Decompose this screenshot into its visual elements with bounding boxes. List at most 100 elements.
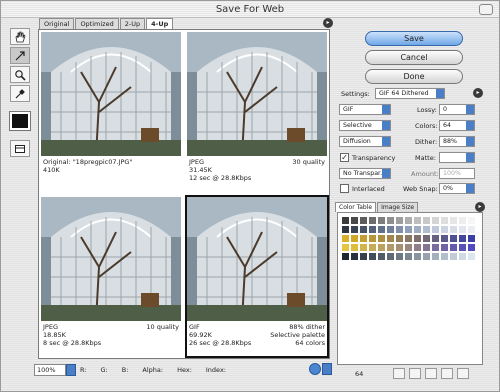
color-swatch[interactable] xyxy=(422,234,431,243)
tab-image-size[interactable]: Image Size xyxy=(377,202,419,212)
color-swatch[interactable] xyxy=(422,216,431,225)
color-swatch[interactable] xyxy=(440,234,449,243)
settings-preset-select[interactable]: GIF 64 Dithered xyxy=(375,88,445,99)
color-swatch[interactable] xyxy=(431,252,440,261)
color-swatch[interactable] xyxy=(431,243,440,252)
color-swatch[interactable] xyxy=(467,252,476,261)
transparency-dither-select[interactable]: No Transpar... xyxy=(339,168,391,179)
slice-select-tool-icon[interactable] xyxy=(10,47,30,64)
dither-algorithm-select[interactable]: Diffusion xyxy=(339,136,391,147)
color-reduction-select[interactable]: Selective xyxy=(339,120,391,131)
preview-pane-gif-selected[interactable]: GIF 88% dither 69.92K Selective palette 26… xyxy=(185,195,329,358)
eyedropper-color-swatch[interactable] xyxy=(9,111,31,131)
color-swatch[interactable] xyxy=(377,252,386,261)
color-swatch[interactable] xyxy=(449,234,458,243)
tab-color-table[interactable]: Color Table xyxy=(335,202,377,212)
color-swatch[interactable] xyxy=(458,234,467,243)
color-swatch[interactable] xyxy=(467,225,476,234)
title-bar[interactable]: Save For Web xyxy=(1,1,499,18)
color-swatch[interactable] xyxy=(458,225,467,234)
color-swatch[interactable] xyxy=(341,225,350,234)
tab-2-up[interactable]: 2-Up xyxy=(119,18,146,29)
color-swatch[interactable] xyxy=(386,225,395,234)
preview-pane-jpeg-30[interactable]: JPEG 30 quality 31.45K 12 sec @ 28.8Kbps xyxy=(185,30,329,193)
color-swatch[interactable] xyxy=(413,225,422,234)
color-swatch[interactable] xyxy=(386,216,395,225)
preview-pane-jpeg-10[interactable]: JPEG 10 quality 18.85K 8 sec @ 28.8Kbps xyxy=(39,195,183,358)
color-swatch[interactable] xyxy=(404,225,413,234)
color-swatch[interactable] xyxy=(377,216,386,225)
matte-select[interactable] xyxy=(439,152,475,163)
save-button[interactable]: Save xyxy=(365,31,463,46)
color-swatch[interactable] xyxy=(368,216,377,225)
color-swatch[interactable] xyxy=(449,225,458,234)
map-transparency-icon[interactable] xyxy=(393,368,405,379)
color-swatch[interactable] xyxy=(413,252,422,261)
color-swatch[interactable] xyxy=(467,234,476,243)
color-swatch[interactable] xyxy=(359,252,368,261)
zoom-tool-icon[interactable] xyxy=(10,66,30,83)
browser-globe-icon[interactable] xyxy=(309,363,321,375)
color-swatch[interactable] xyxy=(431,225,440,234)
color-swatch[interactable] xyxy=(431,234,440,243)
color-swatch[interactable] xyxy=(350,243,359,252)
color-swatch[interactable] xyxy=(467,243,476,252)
color-swatch[interactable] xyxy=(341,252,350,261)
new-color-icon[interactable] xyxy=(441,368,453,379)
color-swatch[interactable] xyxy=(422,225,431,234)
trash-icon[interactable] xyxy=(457,368,469,379)
transparency-checkbox[interactable]: ✓ xyxy=(340,153,349,162)
color-swatch[interactable] xyxy=(377,234,386,243)
color-swatch[interactable] xyxy=(359,234,368,243)
color-swatch[interactable] xyxy=(359,216,368,225)
eyedropper-tool-icon[interactable] xyxy=(10,85,30,102)
preview-pane-original[interactable]: Original: "18pregpic07.JPG" 410K xyxy=(39,30,183,193)
color-swatch[interactable] xyxy=(359,225,368,234)
color-swatch[interactable] xyxy=(368,252,377,261)
color-swatch[interactable] xyxy=(440,225,449,234)
web-snap-field[interactable]: 0% xyxy=(439,183,475,194)
color-swatch[interactable] xyxy=(422,243,431,252)
color-swatch[interactable] xyxy=(413,216,422,225)
lock-color-icon[interactable] xyxy=(425,368,437,379)
color-swatch[interactable] xyxy=(377,243,386,252)
color-swatch[interactable] xyxy=(359,243,368,252)
color-swatch[interactable] xyxy=(341,234,350,243)
color-swatch[interactable] xyxy=(386,252,395,261)
dither-field[interactable]: 88% xyxy=(439,136,475,147)
file-format-select[interactable]: GIF xyxy=(339,104,391,115)
tab-optimized[interactable]: Optimized xyxy=(75,18,119,29)
zoom-level-field[interactable]: 100% xyxy=(34,364,66,376)
preview-in-browser[interactable] xyxy=(309,363,336,375)
color-swatch[interactable] xyxy=(413,243,422,252)
tab-original[interactable]: Original xyxy=(39,18,75,29)
color-swatch[interactable] xyxy=(458,252,467,261)
color-swatch[interactable] xyxy=(404,234,413,243)
browser-dropdown-arrow-icon[interactable] xyxy=(322,363,332,375)
color-swatch[interactable] xyxy=(395,243,404,252)
window-zoom-button[interactable] xyxy=(479,4,493,15)
color-swatch[interactable] xyxy=(386,243,395,252)
color-swatch[interactable] xyxy=(395,252,404,261)
color-swatch[interactable] xyxy=(368,243,377,252)
color-swatch[interactable] xyxy=(440,216,449,225)
color-swatch[interactable] xyxy=(449,243,458,252)
lossy-field[interactable]: 0 xyxy=(439,104,475,115)
color-swatch[interactable] xyxy=(377,225,386,234)
color-swatch[interactable] xyxy=(440,243,449,252)
tab-4-up[interactable]: 4-Up xyxy=(146,18,174,29)
preview-menu-icon[interactable]: ▸ xyxy=(323,18,333,28)
color-table-menu-icon[interactable]: ▸ xyxy=(475,202,485,212)
color-swatch[interactable] xyxy=(368,234,377,243)
colors-field[interactable]: 64 xyxy=(439,120,475,131)
color-swatch[interactable] xyxy=(440,252,449,261)
color-swatch[interactable] xyxy=(350,252,359,261)
color-swatch[interactable] xyxy=(350,234,359,243)
color-swatch[interactable] xyxy=(431,216,440,225)
optimize-menu-icon[interactable]: ▸ xyxy=(473,88,483,98)
color-swatch[interactable] xyxy=(395,225,404,234)
interlaced-checkbox[interactable] xyxy=(340,184,349,193)
color-swatch[interactable] xyxy=(395,216,404,225)
color-swatch[interactable] xyxy=(404,252,413,261)
color-swatch[interactable] xyxy=(458,216,467,225)
